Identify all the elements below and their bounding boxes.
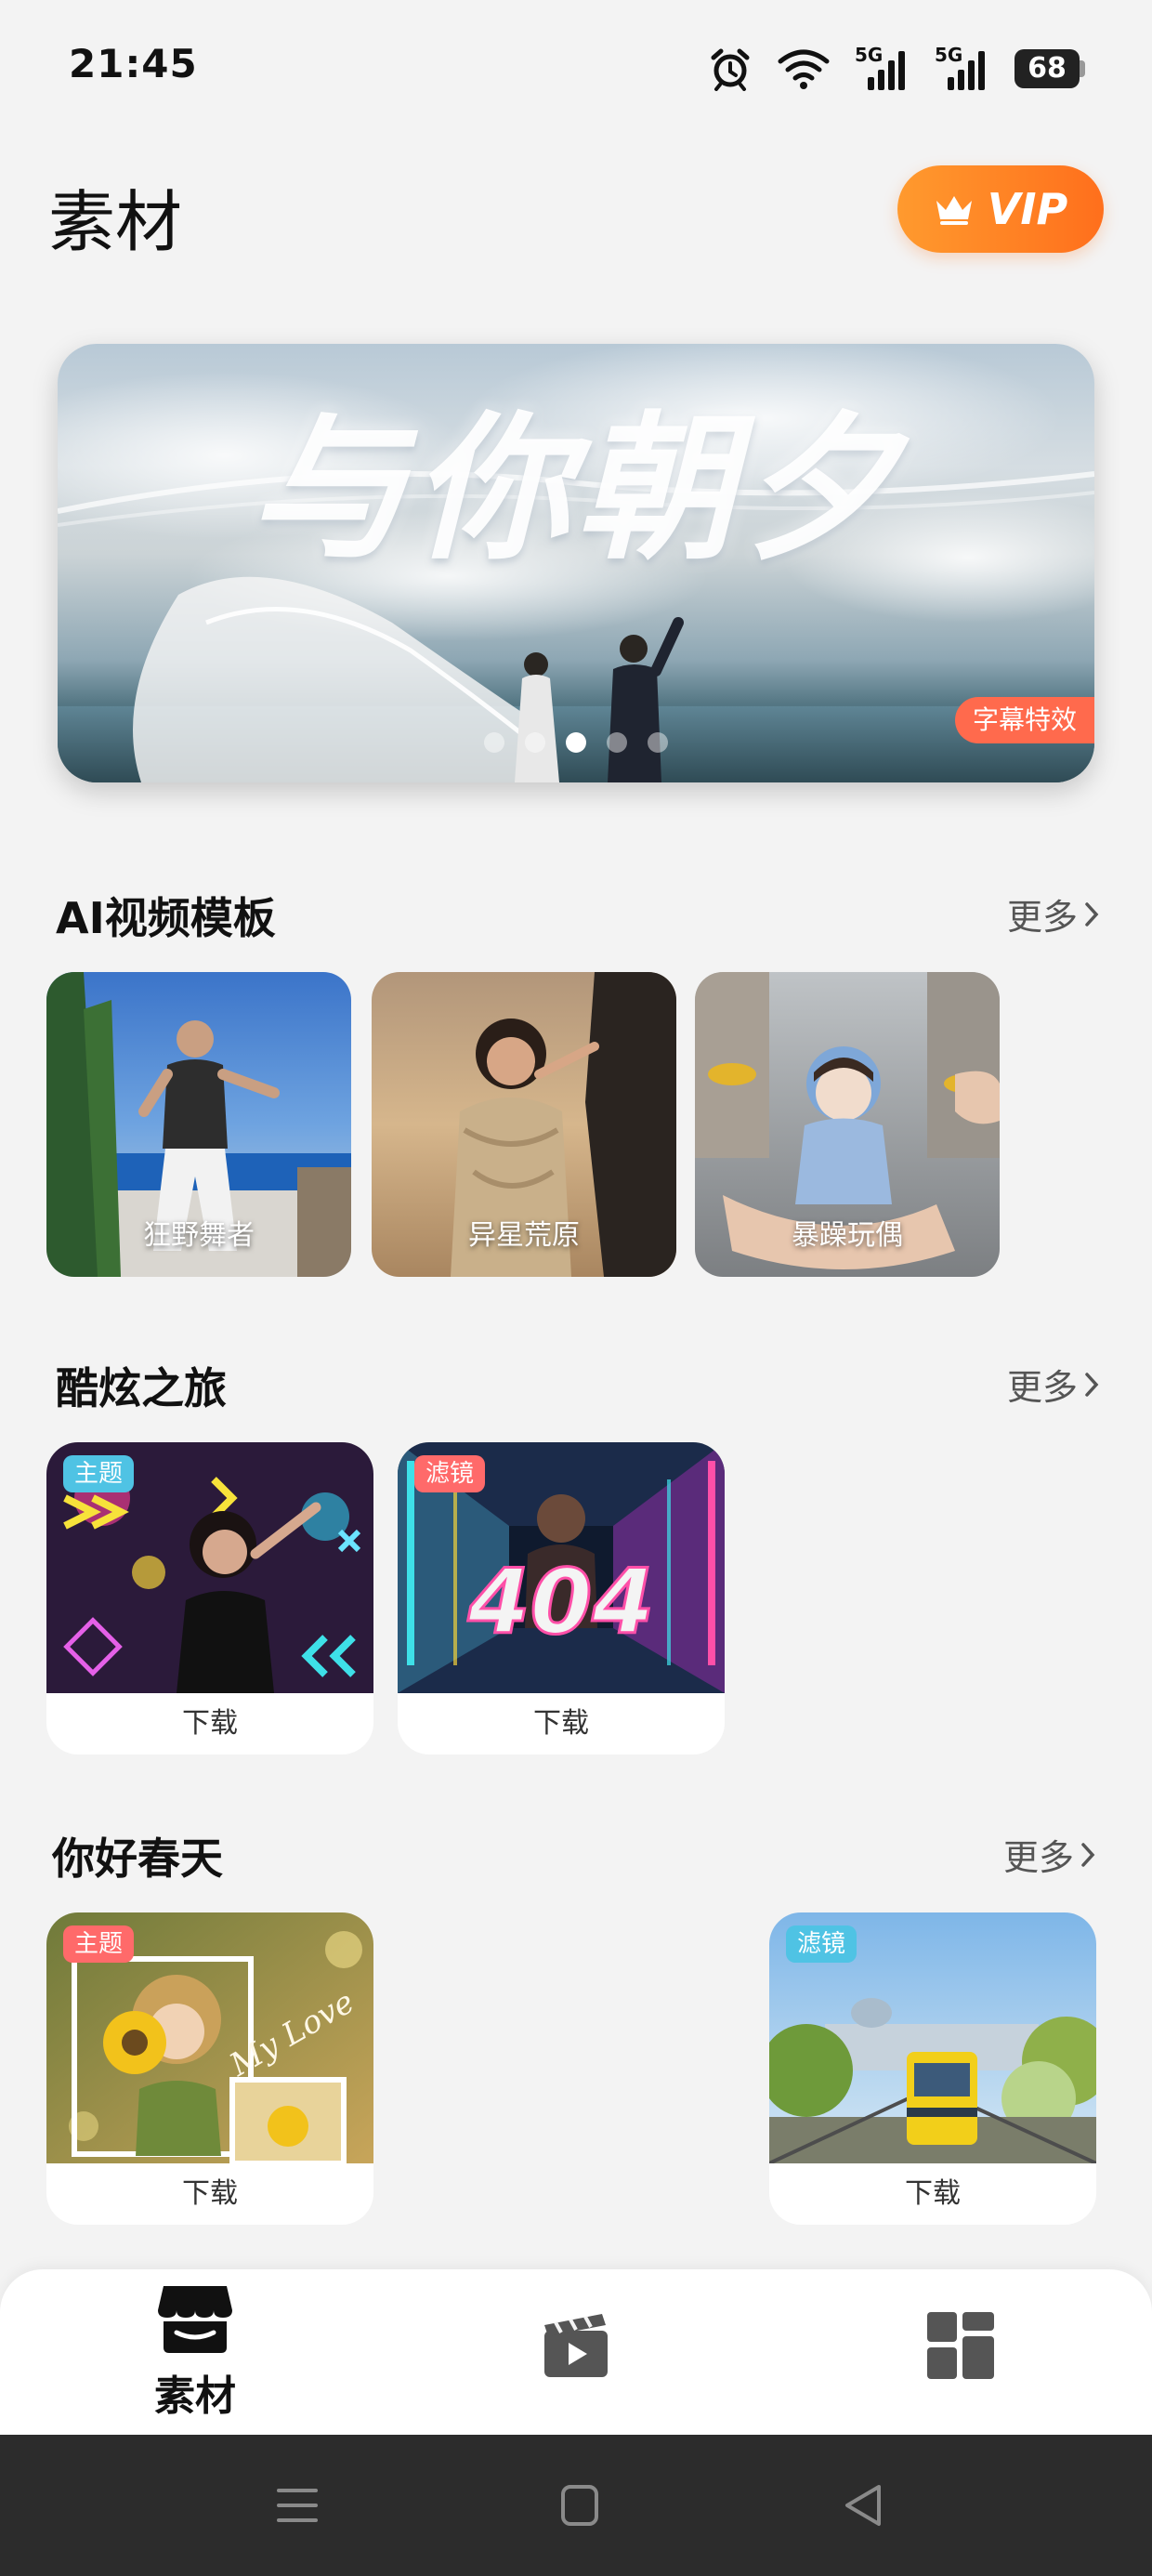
battery-icon: 68 [1015,49,1085,88]
carousel-dot[interactable] [648,732,668,753]
carousel-indicator [58,732,1094,753]
home-icon[interactable] [559,2435,600,2576]
back-icon[interactable] [842,2435,884,2576]
banner-title: 与你朝夕 [248,396,903,582]
download-button[interactable]: 下载 [46,2163,373,2225]
ai-template-label: 狂野舞者 [143,1219,255,1252]
section-title-cool-trip: 酷炫之旅 [56,1363,227,1413]
status-time: 21:45 [69,41,198,86]
material-badge: 滤镜 [414,1455,486,1492]
more-link-cool-trip[interactable]: 更多 [1007,1359,1100,1410]
alarm-icon [711,48,750,91]
carousel-dot[interactable] [525,732,545,753]
page-title: 素材 [48,183,183,261]
material-badge: 主题 [63,1925,135,1963]
signal-5g-icon-1: 5G [855,44,910,90]
chevron-right-icon [1081,1842,1095,1867]
carousel-dot[interactable] [484,732,504,753]
system-nav-bar [0,2435,1152,2576]
more-link-ai-templates[interactable]: 更多 [1007,888,1100,940]
section-title-hello-spring: 你好春天 [52,1833,223,1884]
status-bar: 21:45 5G 5G 68 [0,0,1152,139]
ai-template-card[interactable]: 暴躁玩偶 [695,972,1000,1277]
ai-template-card[interactable]: 狂野舞者 [46,972,351,1277]
vip-label: VIP [987,184,1068,234]
material-card[interactable]: 404 滤镜 下载 [398,1442,725,1755]
grid-icon [927,2312,994,2379]
banner-tag: 字幕特效 [955,697,1094,743]
signal-5g-icon-2: 5G [935,44,990,90]
material-card[interactable]: 主题 下载 [46,1442,373,1755]
ai-template-label: 异星荒原 [468,1219,580,1252]
carousel-dot-active[interactable] [566,732,586,753]
menu-icon[interactable] [275,2435,320,2576]
ai-template-card[interactable]: 异星荒原 [372,972,676,1277]
store-icon [158,2286,232,2353]
section-title-ai-templates: AI视频模板 [56,893,276,943]
material-card[interactable]: My Love 主题 下载 [46,1912,373,2225]
chevron-right-icon [1085,901,1099,927]
nav-tab-dashboard[interactable] [923,2269,998,2435]
nav-tab-materials[interactable]: 素材 [139,2269,251,2435]
ai-template-label: 暴躁玩偶 [792,1219,903,1252]
material-card[interactable]: 滤镜 下载 [769,1912,1096,2225]
download-button[interactable]: 下载 [398,1693,725,1755]
status-icons: 5G 5G 68 [708,41,1085,97]
material-badge: 滤镜 [786,1925,857,1963]
nav-tab-label: 素材 [154,2372,236,2420]
video-icon [544,2314,608,2377]
vip-button[interactable]: VIP [897,165,1104,253]
chevron-right-icon [1085,1372,1099,1397]
material-overlay-text: 404 [467,1550,654,1654]
battery-level: 68 [1028,52,1067,85]
more-link-hello-spring[interactable]: 更多 [1003,1829,1096,1880]
featured-banner[interactable]: 与你朝夕 字幕特效 [58,344,1094,782]
material-badge: 主题 [63,1455,135,1492]
download-button[interactable]: 下载 [46,1693,373,1755]
crown-icon [936,196,972,225]
carousel-dot[interactable] [607,732,627,753]
wifi-icon [778,49,830,89]
nav-tab-video[interactable] [539,2269,613,2435]
bottom-nav: 素材 [0,2269,1152,2435]
download-button[interactable]: 下载 [769,2163,1096,2225]
